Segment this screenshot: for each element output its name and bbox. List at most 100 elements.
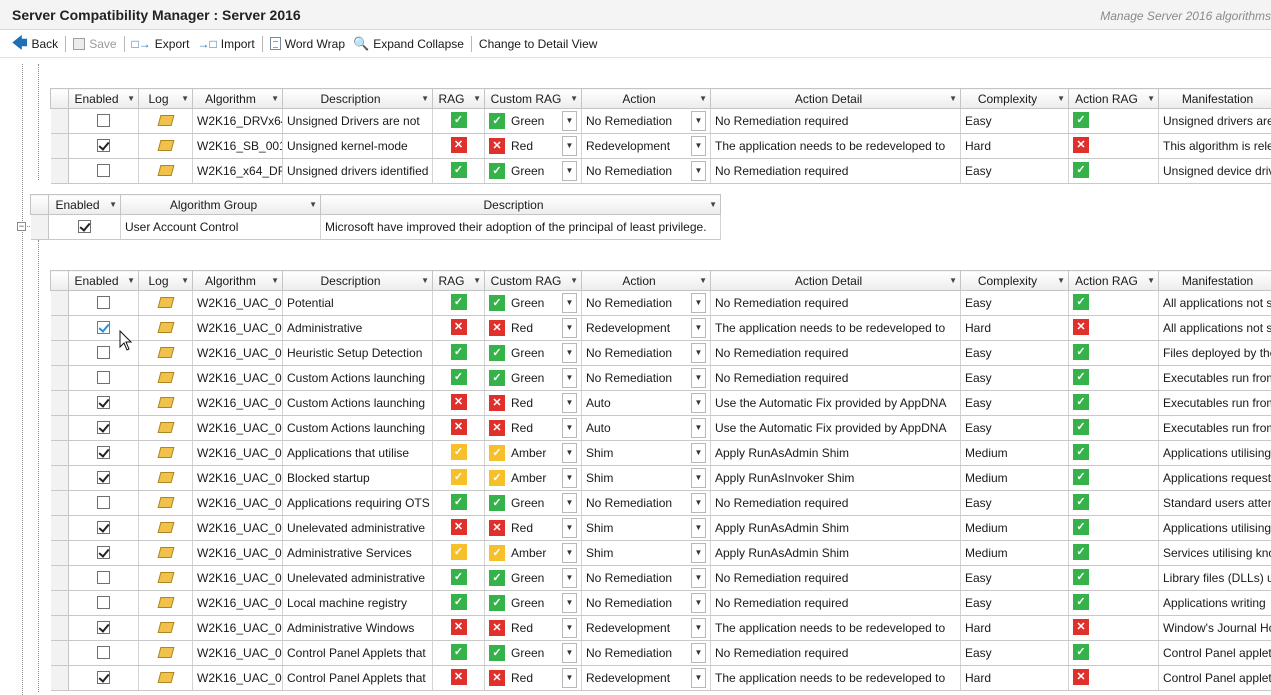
log-cell[interactable]: [138, 315, 193, 341]
action-cell[interactable]: No Remediation ▼: [581, 340, 711, 366]
row-selector[interactable]: [50, 565, 69, 591]
action-cell[interactable]: Shim ▼: [581, 440, 711, 466]
action-dropdown[interactable]: Auto ▼: [586, 391, 706, 415]
column-header-enabled[interactable]: Enabled ▼: [68, 270, 139, 291]
column-header-action-detail[interactable]: Action Detail ▼: [710, 88, 961, 109]
table-row[interactable]: W2K16_UAC_01 Blocked startup ✓ ✓ Amber ▼ Shim ▼…: [50, 465, 1271, 491]
chevron-down-icon[interactable]: ▼: [691, 518, 706, 538]
enabled-cell[interactable]: [68, 640, 139, 666]
action-cell[interactable]: No Remediation ▼: [581, 640, 711, 666]
column-header-action-detail[interactable]: Action Detail ▼: [710, 270, 961, 291]
action-dropdown[interactable]: No Remediation ▼: [586, 566, 706, 590]
filter-dropdown-icon[interactable]: ▼: [421, 276, 429, 285]
action-dropdown[interactable]: No Remediation ▼: [586, 291, 706, 315]
filter-dropdown-icon[interactable]: ▼: [1147, 276, 1155, 285]
table-row[interactable]: W2K16_UAC_00 Custom Actions launching ✕ ✕ Re…: [50, 390, 1271, 416]
row-selector[interactable]: [50, 158, 69, 184]
action-cell[interactable]: Auto ▼: [581, 415, 711, 441]
enabled-checkbox[interactable]: [97, 346, 110, 360]
chevron-down-icon[interactable]: ▼: [691, 111, 706, 131]
custom-rag-cell[interactable]: ✓ Amber ▼: [484, 440, 582, 466]
log-cell[interactable]: [138, 365, 193, 391]
table-row[interactable]: W2K16_UAC_00 Administrative ✕ ✕ Red ▼ Redevelo…: [50, 315, 1271, 341]
action-cell[interactable]: Shim ▼: [581, 515, 711, 541]
log-icon[interactable]: [157, 597, 174, 609]
enabled-checkbox[interactable]: [97, 521, 110, 535]
row-selector[interactable]: [50, 440, 69, 466]
custom-rag-cell[interactable]: ✓ Green ▼: [484, 158, 582, 184]
action-cell[interactable]: No Remediation ▼: [581, 158, 711, 184]
log-cell[interactable]: [138, 133, 193, 159]
enabled-checkbox[interactable]: [97, 139, 110, 153]
filter-dropdown-icon[interactable]: ▼: [709, 200, 717, 209]
log-icon[interactable]: [157, 322, 174, 334]
enabled-checkbox[interactable]: [97, 621, 110, 635]
chevron-down-icon[interactable]: ▼: [562, 668, 577, 688]
action-dropdown[interactable]: No Remediation ▼: [586, 366, 706, 390]
log-icon[interactable]: [157, 422, 174, 434]
column-header-log[interactable]: Log ▼: [138, 270, 193, 291]
action-dropdown[interactable]: No Remediation ▼: [586, 341, 706, 365]
chevron-down-icon[interactable]: ▼: [691, 418, 706, 438]
column-header-action-rag[interactable]: Action RAG ▼: [1068, 88, 1159, 109]
row-selector[interactable]: [50, 665, 69, 691]
column-header-custom-rag[interactable]: Custom RAG ▼: [484, 270, 582, 291]
action-dropdown[interactable]: Redevelopment ▼: [586, 616, 706, 640]
log-icon[interactable]: [157, 472, 174, 484]
custom-rag-cell[interactable]: ✓ Green ▼: [484, 490, 582, 516]
action-dropdown[interactable]: No Remediation ▼: [586, 109, 706, 133]
table-row[interactable]: W2K16_UAC_00 Potential ✓ ✓ Green ▼ No Remediat…: [50, 290, 1271, 316]
action-dropdown[interactable]: Shim ▼: [586, 441, 706, 465]
filter-dropdown-icon[interactable]: ▼: [271, 276, 279, 285]
action-cell[interactable]: Shim ▼: [581, 465, 711, 491]
action-cell[interactable]: No Remediation ▼: [581, 490, 711, 516]
custom-rag-dropdown[interactable]: ✕ Red ▼: [489, 134, 577, 158]
row-selector[interactable]: [50, 415, 69, 441]
action-dropdown[interactable]: Redevelopment ▼: [586, 316, 706, 340]
action-dropdown[interactable]: Shim ▼: [586, 466, 706, 490]
chevron-down-icon[interactable]: ▼: [691, 543, 706, 563]
custom-rag-dropdown[interactable]: ✓ Green ▼: [489, 366, 577, 390]
custom-rag-dropdown[interactable]: ✓ Amber ▼: [489, 541, 577, 565]
enabled-checkbox[interactable]: [97, 596, 110, 610]
log-icon[interactable]: [157, 115, 174, 127]
filter-dropdown-icon[interactable]: ▼: [1057, 94, 1065, 103]
log-cell[interactable]: [138, 390, 193, 416]
custom-rag-dropdown[interactable]: ✓ Green ▼: [489, 491, 577, 515]
chevron-down-icon[interactable]: ▼: [691, 618, 706, 638]
table-row[interactable]: W2K16_UAC_00 Applications that utilise ✓ ✓ A…: [50, 440, 1271, 466]
enabled-cell[interactable]: [68, 615, 139, 641]
filter-dropdown-icon[interactable]: ▼: [949, 276, 957, 285]
enabled-checkbox[interactable]: [97, 471, 110, 485]
action-cell[interactable]: Redevelopment ▼: [581, 665, 711, 691]
custom-rag-dropdown[interactable]: ✓ Green ▼: [489, 291, 577, 315]
custom-rag-dropdown[interactable]: ✓ Green ▼: [489, 341, 577, 365]
custom-rag-cell[interactable]: ✕ Red ▼: [484, 665, 582, 691]
table-row[interactable]: W2K16_UAC_01 Local machine registry ✓ ✓ Gree…: [50, 590, 1271, 616]
log-cell[interactable]: [138, 290, 193, 316]
action-cell[interactable]: Shim ▼: [581, 540, 711, 566]
enabled-cell[interactable]: [68, 565, 139, 591]
filter-dropdown-icon[interactable]: ▼: [181, 276, 189, 285]
chevron-down-icon[interactable]: ▼: [691, 161, 706, 181]
custom-rag-cell[interactable]: ✕ Red ▼: [484, 133, 582, 159]
action-dropdown[interactable]: No Remediation ▼: [586, 591, 706, 615]
log-icon[interactable]: [157, 622, 174, 634]
expand-collapse-button[interactable]: 🔍 Expand Collapse: [349, 33, 468, 55]
filter-dropdown-icon[interactable]: ▼: [421, 94, 429, 103]
enabled-checkbox[interactable]: [97, 496, 110, 510]
enabled-checkbox[interactable]: [97, 371, 110, 385]
collapse-toggle[interactable]: −: [17, 222, 26, 231]
row-selector[interactable]: [50, 390, 69, 416]
enabled-checkbox[interactable]: [97, 571, 110, 585]
chevron-down-icon[interactable]: ▼: [562, 161, 577, 181]
log-cell[interactable]: [138, 615, 193, 641]
chevron-down-icon[interactable]: ▼: [691, 443, 706, 463]
chevron-down-icon[interactable]: ▼: [691, 293, 706, 313]
custom-rag-cell[interactable]: ✓ Amber ▼: [484, 465, 582, 491]
row-selector[interactable]: [50, 590, 69, 616]
chevron-down-icon[interactable]: ▼: [562, 111, 577, 131]
table-row[interactable]: W2K16_UAC_02 Administrative Windows ✕ ✕ Red ▼…: [50, 615, 1271, 641]
custom-rag-dropdown[interactable]: ✕ Red ▼: [489, 416, 577, 440]
log-cell[interactable]: [138, 440, 193, 466]
